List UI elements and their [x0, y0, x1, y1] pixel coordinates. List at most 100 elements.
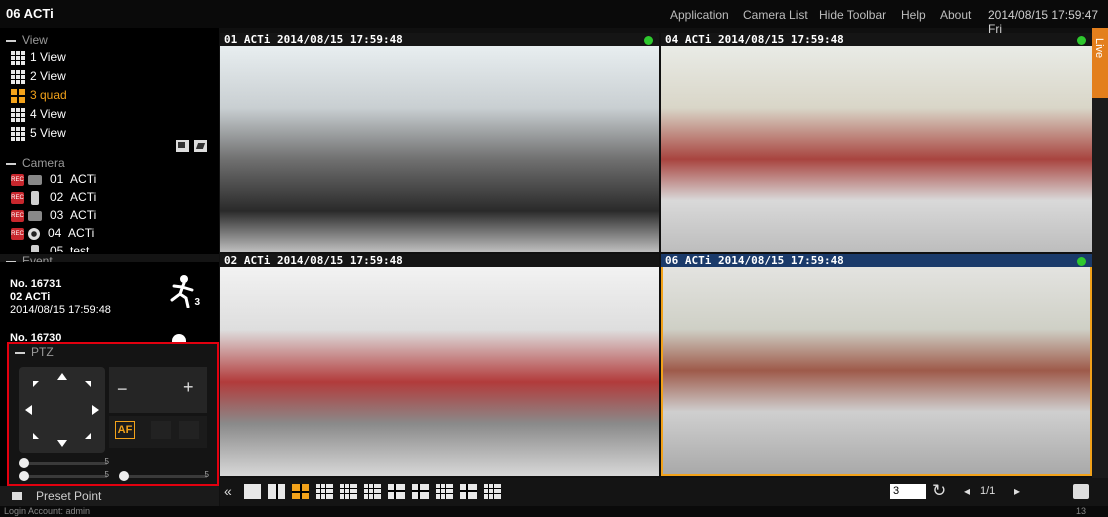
online-status-icon [1077, 257, 1086, 266]
layout-6-icon[interactable] [388, 484, 405, 499]
menu-about[interactable]: About [940, 8, 971, 22]
bottom-toolbar: « 3 ↻ ◂ 1/1 ▸ [220, 478, 1108, 506]
camera-item-05[interactable]: 05 test [0, 242, 219, 252]
edit-view-icon[interactable] [194, 140, 207, 152]
view-item-3[interactable]: 3 quad [0, 86, 219, 105]
down-left-arrow-icon[interactable] [33, 433, 39, 439]
camera-icon [31, 244, 39, 252]
camera-item-03[interactable]: REC 03 ACTi [0, 206, 219, 224]
page-input[interactable]: 3 [890, 484, 926, 499]
camera-video-feed [220, 267, 659, 476]
camera-item-04[interactable]: REC 04 ACTi [0, 224, 219, 242]
zoom-speed-slider[interactable]: 5 [119, 470, 209, 481]
down-right-arrow-icon[interactable] [85, 433, 91, 439]
view-item-4[interactable]: 4 View [0, 105, 219, 124]
camera-panel-1[interactable]: 01 ACTi 2014/08/15 17:59:48 [220, 33, 659, 252]
online-status-icon [644, 36, 653, 45]
camera-panel-2[interactable]: 04 ACTi 2014/08/15 17:59:48 [661, 33, 1092, 252]
next-page-button[interactable]: ▸ [1014, 484, 1020, 498]
pan-speed-slider[interactable]: 5 [19, 457, 109, 468]
rec-icon: REC [11, 173, 24, 186]
layout-13-icon[interactable] [460, 484, 477, 499]
slider-scale: 5 [104, 457, 109, 466]
quad-icon [11, 88, 25, 103]
grid-icon [11, 126, 25, 141]
left-arrow-icon[interactable] [25, 405, 32, 415]
up-right-arrow-icon[interactable] [85, 381, 91, 387]
menu-help[interactable]: Help [901, 8, 926, 22]
camera-video-feed [220, 46, 659, 252]
refresh-icon[interactable]: ↻ [932, 481, 946, 501]
prev-page-button[interactable]: ◂ [964, 484, 970, 498]
camera-id: 03 [50, 208, 64, 222]
collapse-sidebar-button[interactable]: « [224, 483, 232, 499]
layout-12-icon[interactable] [340, 484, 357, 499]
menu-application[interactable]: Application [670, 8, 729, 22]
preset-header-label: Preset Point [36, 489, 102, 503]
tab-live-label: Live [1093, 38, 1105, 59]
online-status-icon [1077, 36, 1086, 45]
app-title: 06 ACTi [6, 6, 54, 21]
ptz-panel: PTZ − + AF 5 5 5 [7, 342, 219, 486]
login-account: Login Account: admin [4, 506, 91, 516]
view-section-header[interactable]: View [0, 33, 48, 47]
event-camera: 02 ACTi [10, 291, 51, 303]
camera-title: 01 ACTi 2014/08/15 17:59:48 [220, 33, 659, 46]
layout-quad-icon[interactable] [292, 484, 309, 499]
zoom-in-button[interactable]: + [183, 377, 194, 398]
camera-header-label: Camera [22, 156, 65, 170]
add-view-icon[interactable] [176, 140, 189, 152]
focus-near-button[interactable] [151, 421, 171, 439]
auto-focus-button[interactable]: AF [115, 421, 135, 439]
camera-item-02[interactable]: REC 02 ACTi [0, 188, 219, 206]
view-item-2[interactable]: 2 View [0, 67, 219, 86]
camera-video-feed [663, 267, 1090, 474]
layout-10-icon[interactable] [436, 484, 453, 499]
up-left-arrow-icon[interactable] [33, 381, 39, 387]
zoom-out-button[interactable]: − [117, 379, 128, 400]
view-item-1[interactable]: 1 View [0, 48, 219, 67]
ptz-direction-pad[interactable] [19, 367, 105, 453]
view-label: 5 View [30, 126, 66, 140]
layout-8-icon[interactable] [412, 484, 429, 499]
layout-2-icon[interactable] [268, 484, 285, 499]
motion-detect-icon[interactable]: 3 [168, 274, 200, 309]
fullscreen-icon[interactable] [1073, 484, 1089, 499]
slider-knob[interactable] [19, 471, 29, 481]
down-arrow-icon[interactable] [57, 440, 67, 447]
camera-section-header[interactable]: Camera [0, 156, 65, 170]
up-arrow-icon[interactable] [57, 373, 67, 380]
camera-panel-3[interactable]: 02 ACTi 2014/08/15 17:59:48 [220, 254, 659, 476]
right-arrow-icon[interactable] [92, 405, 99, 415]
camera-video-feed [661, 46, 1092, 252]
right-side-tabs: Live [1092, 28, 1108, 478]
camera-icon [28, 174, 42, 185]
camera-panel-4-selected[interactable]: 06 ACTi 2014/08/15 17:59:48 [661, 254, 1092, 476]
camera-name: ACTi [68, 226, 95, 240]
layout-1-icon[interactable] [244, 484, 261, 499]
camera-item-01[interactable]: REC 01 ACTi [0, 170, 219, 188]
slider-knob[interactable] [119, 471, 129, 481]
status-count: 13 [1076, 506, 1087, 516]
view-label: 2 View [30, 69, 66, 83]
page-indicator: 1/1 [980, 485, 996, 497]
camera-title: 02 ACTi 2014/08/15 17:59:48 [220, 254, 659, 267]
camera-title: 04 ACTi 2014/08/15 17:59:48 [661, 33, 1092, 46]
menu-hide-toolbar[interactable]: Hide Toolbar [819, 8, 886, 22]
slider-knob[interactable] [19, 458, 29, 468]
layout-16-icon[interactable] [364, 484, 381, 499]
slider-scale: 5 [104, 470, 109, 479]
focus-far-button[interactable] [179, 421, 199, 439]
layout-20-icon[interactable] [484, 484, 501, 499]
camera-id: 02 [50, 190, 64, 204]
layout-9-icon[interactable] [316, 484, 333, 499]
menu-camera-list[interactable]: Camera List [743, 8, 808, 22]
focus-controls: AF [109, 416, 207, 448]
grid-icon [11, 69, 25, 84]
ptz-header-label: PTZ [31, 345, 54, 359]
preset-point-header[interactable]: Preset Point [0, 486, 219, 506]
tilt-speed-slider[interactable]: 5 [19, 470, 109, 481]
ptz-section-header[interactable]: PTZ [9, 345, 54, 359]
camera-name: ACTi [70, 172, 97, 186]
tab-live[interactable]: Live [1092, 28, 1108, 98]
